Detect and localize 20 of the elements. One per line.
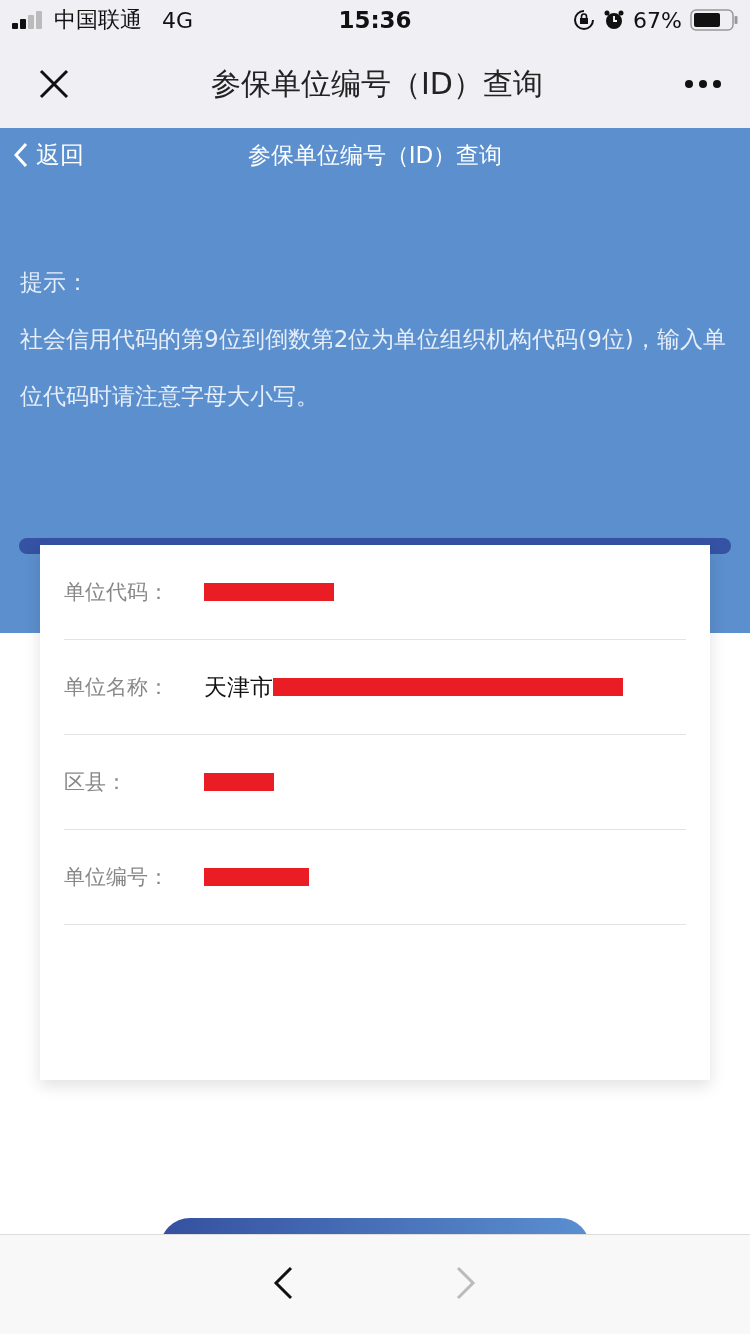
rotation-lock-icon bbox=[573, 9, 596, 31]
field-label: 单位代码： bbox=[64, 579, 170, 606]
back-link[interactable]: 返回 bbox=[14, 139, 84, 171]
clock-time: 15:36 bbox=[338, 7, 412, 33]
close-icon[interactable] bbox=[38, 68, 70, 100]
field-label: 单位名称： bbox=[64, 674, 170, 701]
battery-icon bbox=[690, 9, 738, 31]
alarm-icon bbox=[603, 9, 626, 31]
hint-label: 提示： bbox=[20, 268, 90, 297]
field-label: 单位编号： bbox=[64, 864, 170, 891]
page-title: 参保单位编号（ID）查询 bbox=[210, 64, 544, 103]
chevron-left-icon bbox=[14, 142, 28, 168]
carrier-name: 中国联通 bbox=[54, 6, 142, 34]
hint-text: 社会信用代码的第9位到倒数第2位为单位组织机构代码(9位)，输入单位代码时请注意字母大小写。 bbox=[20, 325, 727, 411]
battery-percent: 67% bbox=[633, 7, 682, 33]
field-value: 天津市 bbox=[204, 672, 273, 702]
header-title: 参保单位编号（ID）查询 bbox=[247, 140, 503, 170]
network-type: 4G bbox=[162, 7, 194, 33]
field-label: 区县： bbox=[64, 769, 128, 796]
more-icon[interactable] bbox=[684, 79, 722, 89]
